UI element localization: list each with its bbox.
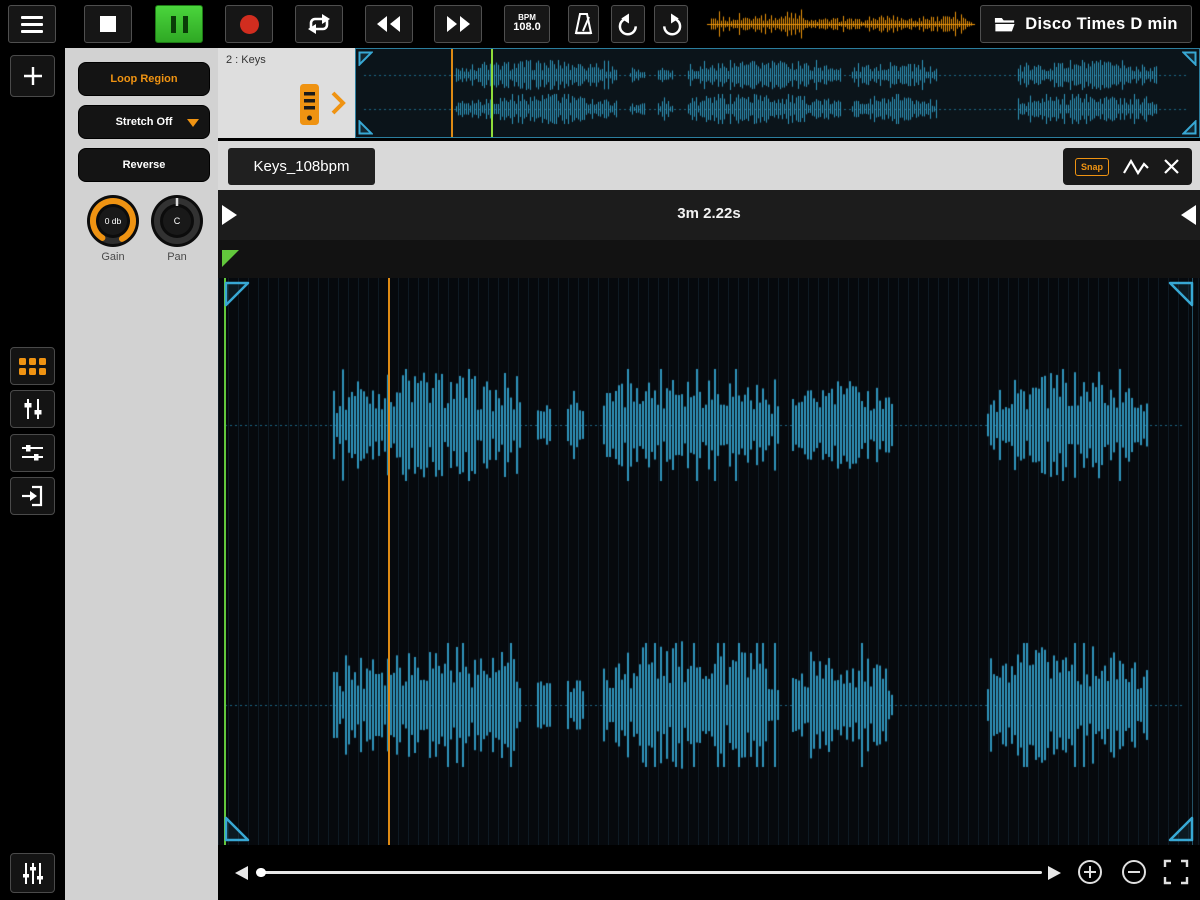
record-button[interactable] [225, 5, 273, 43]
selection-handle-top-left[interactable] [224, 281, 250, 307]
song-overview-waveform[interactable] [705, 4, 977, 44]
loop-icon [304, 11, 334, 37]
song-title-button[interactable]: Disco Times D min [980, 5, 1192, 43]
track-name: 2 : Keys [226, 54, 266, 66]
clip-name-box[interactable]: Keys_108bpm [228, 148, 375, 185]
loop-region-label: Loop Region [110, 73, 177, 85]
stop-icon [100, 16, 116, 32]
menu-button[interactable] [8, 5, 56, 43]
pan-label: Pan [150, 251, 204, 263]
clip-properties-panel: Loop Region Stretch Off Reverse 0 db C G… [65, 48, 218, 900]
zoom-in-button[interactable] [1076, 858, 1104, 886]
left-sidebar [0, 48, 65, 900]
loop-region-button[interactable]: Loop Region [78, 62, 210, 96]
region-handle-bottom-right[interactable] [1182, 120, 1197, 135]
pan-knob[interactable]: C [150, 194, 204, 248]
editor-scrollbar [218, 845, 1200, 900]
region-loop-line [491, 49, 493, 137]
sliders-icon [19, 396, 46, 422]
bpm-value: 108.0 [513, 22, 541, 34]
bpm-display: BPM 108.0 [513, 14, 541, 34]
track-header[interactable]: 2 : Keys [218, 48, 355, 138]
levels-view-button[interactable] [10, 390, 55, 428]
scroll-right-arrow[interactable] [1048, 866, 1061, 880]
selection-handle-top-right[interactable] [1168, 281, 1194, 307]
editor-playhead[interactable] [388, 278, 390, 845]
track-clip-waveform [356, 49, 1199, 137]
bpm-button[interactable]: BPM 108.0 [504, 5, 550, 43]
stretch-label: Stretch Off [116, 116, 173, 128]
scroll-handle[interactable] [256, 868, 266, 877]
route-button[interactable] [10, 477, 55, 515]
gain-knob[interactable]: 0 db [86, 194, 140, 248]
metronome-button[interactable] [568, 5, 599, 43]
stretch-button[interactable]: Stretch Off [78, 105, 210, 139]
pause-icon [171, 16, 188, 33]
mixer-icon [19, 440, 46, 466]
region-playhead-line [451, 49, 453, 137]
add-track-button[interactable] [10, 55, 55, 97]
pan-value: C [174, 216, 181, 226]
redo-button[interactable] [654, 5, 688, 43]
region-handle-bottom-left[interactable] [358, 120, 373, 135]
scroll-track[interactable] [258, 871, 1042, 874]
undo-button[interactable] [611, 5, 645, 43]
selection-handle-bottom-left[interactable] [224, 816, 250, 842]
loop-button[interactable] [295, 5, 343, 43]
reverse-label: Reverse [123, 159, 166, 171]
loop-start-marker[interactable] [222, 250, 239, 267]
track-clip-region[interactable] [355, 48, 1200, 138]
mixer-view-button[interactable] [10, 434, 55, 472]
zoom-out-button[interactable] [1120, 858, 1148, 886]
folder-icon [994, 15, 1016, 33]
instrument-icon [298, 82, 322, 128]
clips-grid-icon [16, 352, 49, 380]
snap-button[interactable]: Snap [1075, 158, 1109, 176]
record-icon [240, 15, 259, 34]
fast-forward-icon [443, 14, 473, 34]
region-handle-top-left[interactable] [358, 51, 373, 66]
fast-forward-button[interactable] [434, 5, 482, 43]
marker-strip[interactable] [218, 240, 1200, 278]
redo-icon [659, 12, 684, 37]
editor-content: 2 : Keys [218, 48, 1200, 900]
stop-button[interactable] [84, 5, 132, 43]
pause-button[interactable] [155, 5, 203, 43]
rewind-button[interactable] [365, 5, 413, 43]
waveform-editor[interactable] [218, 278, 1200, 845]
editor-controls: Snap [1063, 148, 1192, 185]
editor-right-edge-line [1192, 278, 1193, 845]
ruler-right-handle[interactable] [1181, 205, 1196, 225]
clips-view-button[interactable] [10, 347, 55, 385]
send-to-icon [19, 483, 46, 509]
song-title: Disco Times D min [1025, 15, 1177, 34]
undo-icon [616, 12, 641, 37]
mixer-faders-button[interactable] [10, 853, 55, 893]
reverse-button[interactable]: Reverse [78, 148, 210, 182]
faders-icon [19, 860, 47, 887]
close-button[interactable] [1163, 158, 1180, 175]
editor-waveform [218, 278, 1200, 845]
envelope-wave-button[interactable] [1122, 157, 1150, 177]
hamburger-icon [21, 12, 43, 37]
selection-time-label: 3m 2.22s [218, 205, 1200, 222]
chevron-down-icon [187, 119, 199, 127]
gain-value: 0 db [105, 216, 122, 226]
region-handle-top-right[interactable] [1182, 51, 1197, 66]
rewind-icon [374, 14, 404, 34]
editor-title-bar: Keys_108bpm Snap [218, 138, 1200, 190]
editor-left-edge-line [224, 278, 226, 845]
time-ruler[interactable]: 3m 2.22s [218, 190, 1200, 240]
selection-handle-bottom-right[interactable] [1168, 816, 1194, 842]
app-window: BPM 108.0 [0, 0, 1200, 900]
metronome-icon [573, 12, 594, 37]
transport-toolbar: BPM 108.0 [0, 0, 1200, 48]
plus-icon [20, 63, 46, 89]
scroll-left-arrow[interactable] [235, 866, 248, 880]
gain-label: Gain [86, 251, 140, 263]
track-expand-icon[interactable] [330, 90, 346, 116]
zoom-fit-button[interactable] [1162, 858, 1190, 886]
